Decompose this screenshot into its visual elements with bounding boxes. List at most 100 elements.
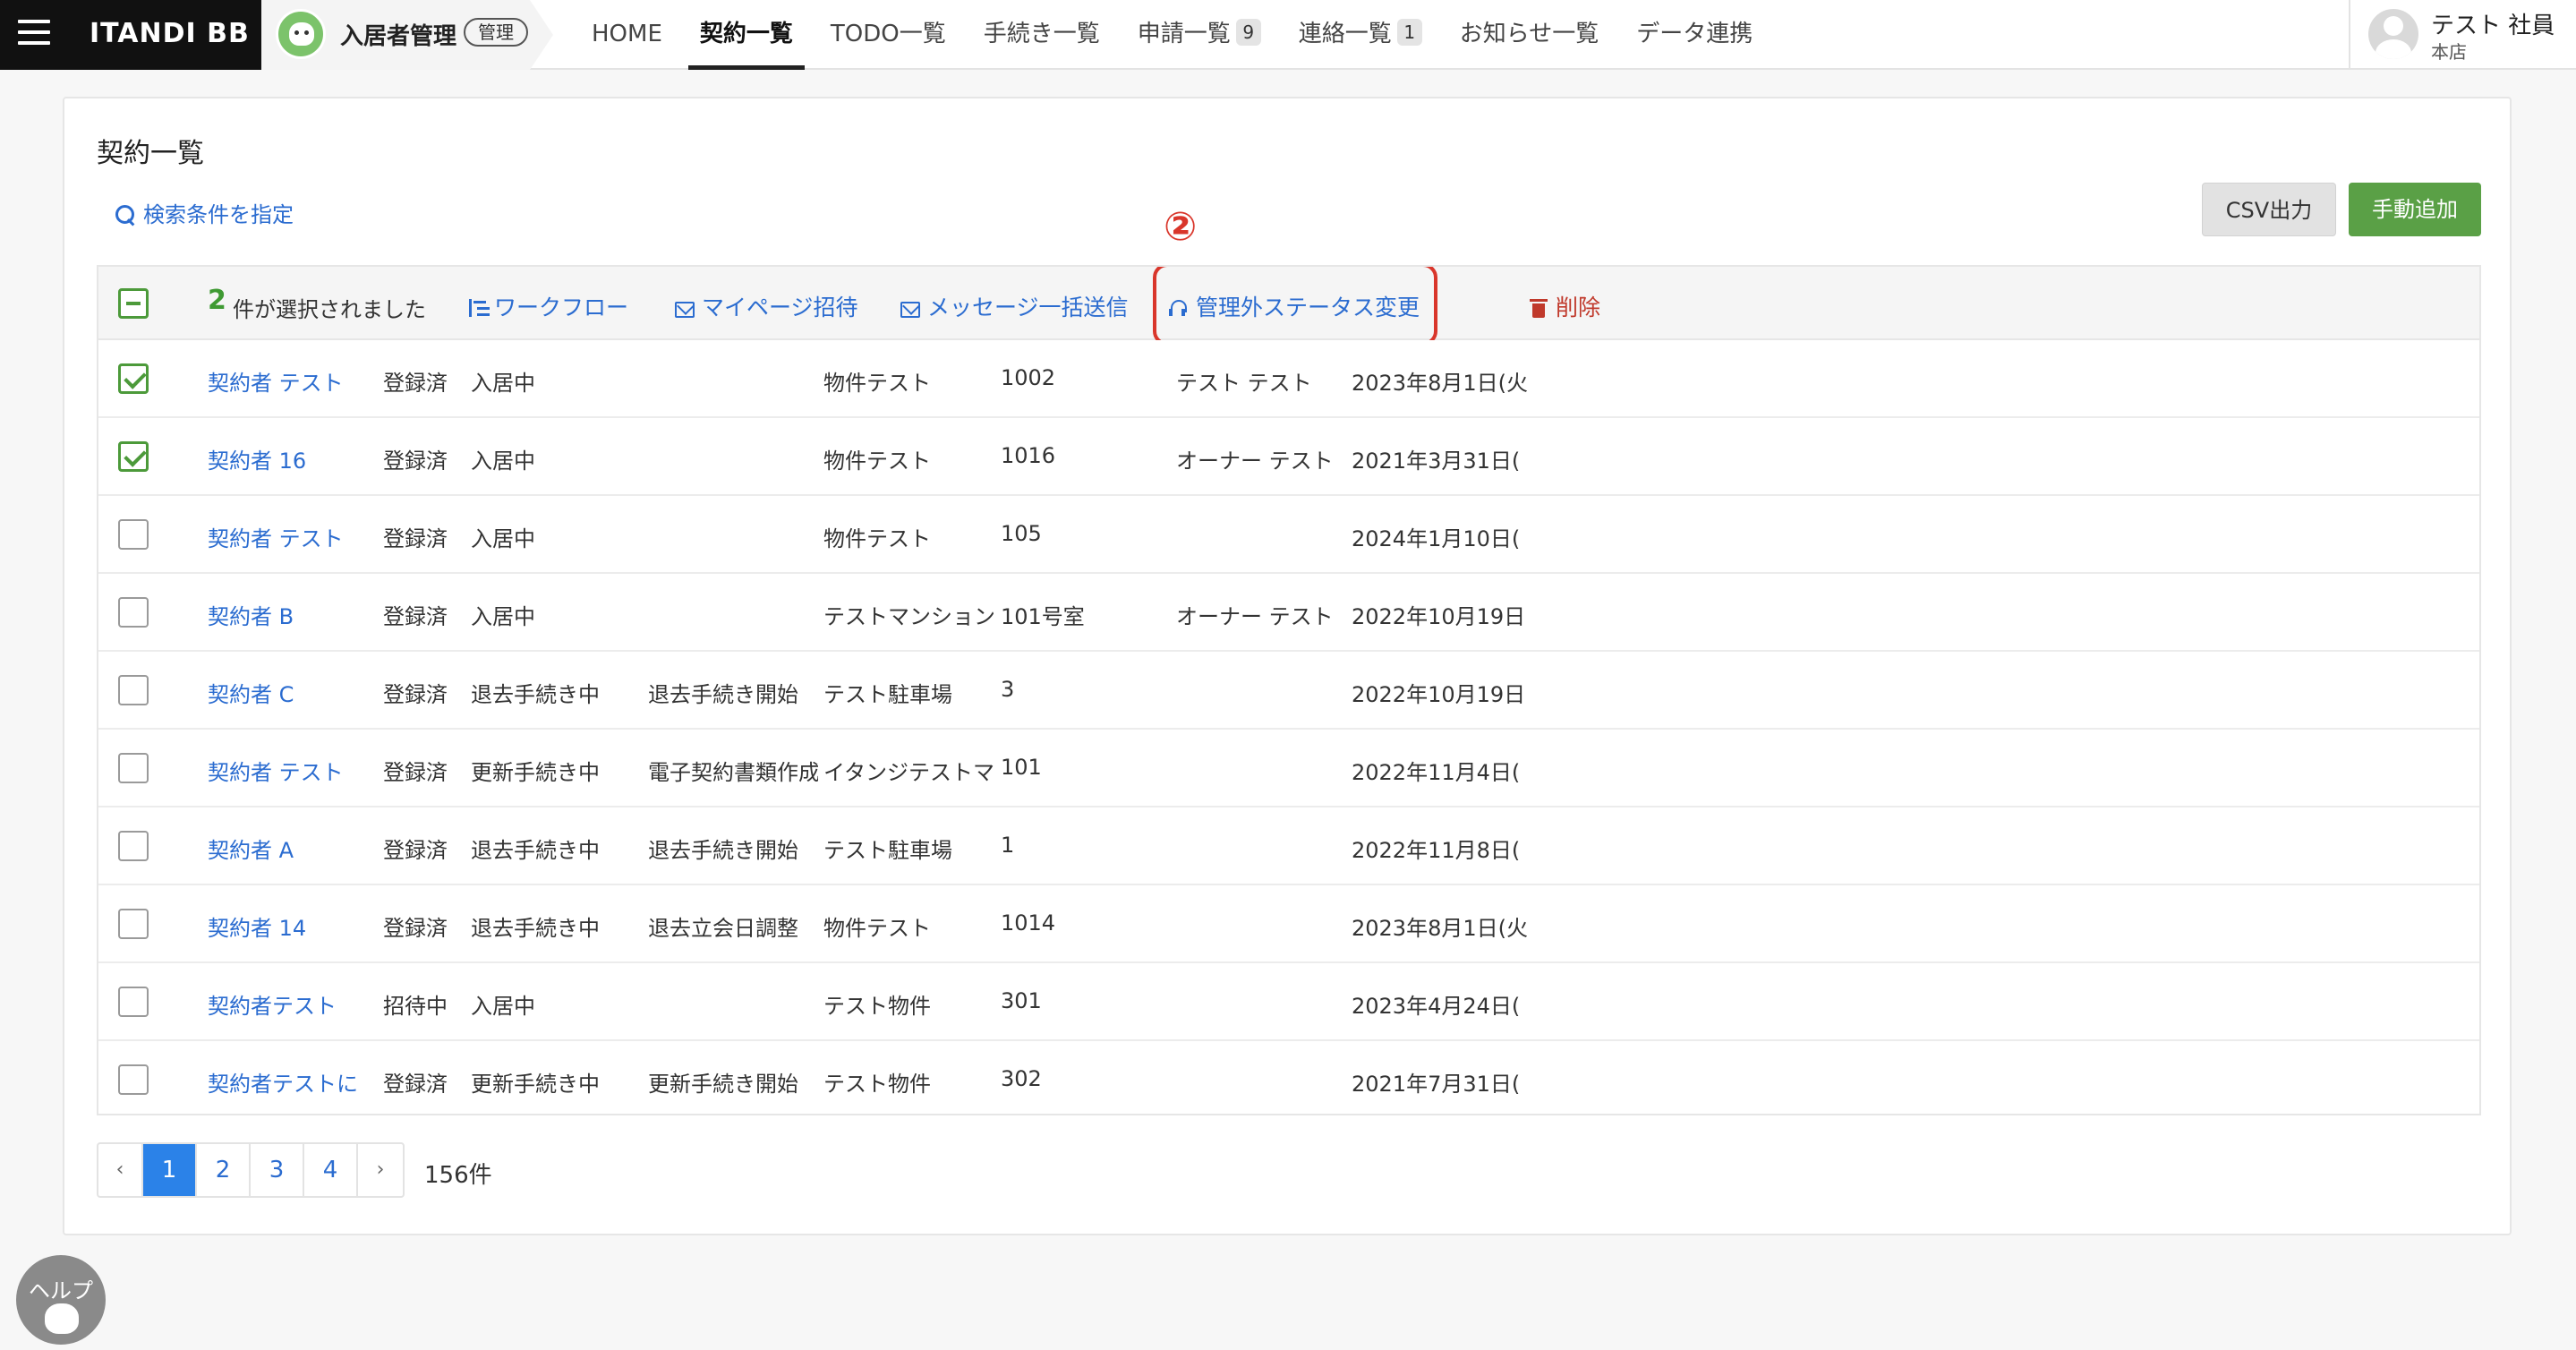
delete-button[interactable]: 削除 — [1529, 290, 1600, 322]
contractor-name-link[interactable]: 契約者 14 — [208, 910, 306, 942]
nav-count-badge: 1 — [1396, 19, 1422, 46]
contractor-name-link[interactable]: 契約者 16 — [208, 443, 306, 474]
workflow-label: ワークフロー — [494, 295, 629, 320]
pagination: ‹ 1 2 3 4 › — [97, 1142, 405, 1198]
hamburger-menu-icon[interactable] — [18, 20, 50, 48]
pagination-prev-button[interactable]: ‹ — [98, 1144, 143, 1196]
cell-property: 物件テスト — [823, 916, 931, 941]
top-navigation-bar: ITANDI BB 入居者管理 管理 HOME 契約一覧 TODO一覧 手続き一覧 申請… — [0, 0, 2576, 70]
nav-item-0[interactable]: HOME — [573, 0, 681, 70]
delete-label: 削除 — [1556, 295, 1601, 320]
contractor-name-link[interactable]: 契約者 B — [208, 599, 294, 630]
contractor-name-link[interactable]: 契約者 テスト — [208, 365, 344, 397]
pagination-page-3[interactable]: 3 — [251, 1144, 304, 1196]
mail-icon — [675, 302, 695, 318]
cell-proc: 退去手続き開始 — [648, 682, 798, 707]
nav-item-label: 連絡一覧 — [1298, 21, 1392, 47]
contractor-name-link[interactable]: 契約者 テスト — [208, 521, 344, 552]
nav-item-label: TODO一覧 — [830, 21, 946, 47]
cell-reg: 招待中 — [383, 994, 448, 1019]
cell-date: 2022年10月19日 — [1352, 682, 1526, 707]
table-row: 契約者 C 登録済 退去手続き中 退去手続き開始 テスト駐車場 3 2022年10月19日 — [98, 652, 2479, 730]
pagination-page-4[interactable]: 4 — [304, 1144, 358, 1196]
row-checkbox[interactable] — [118, 597, 149, 628]
cell-room: 101号室 — [1001, 604, 1085, 629]
brand-area: ITANDI BB — [0, 0, 261, 70]
nav-item-1[interactable]: 契約一覧 — [681, 0, 812, 70]
search-conditions-label: 検索条件を指定 — [143, 202, 294, 227]
cell-proc: 電子契約書類作成 — [648, 760, 818, 785]
cell-date: 2022年10月19日 — [1352, 604, 1526, 629]
table-row: 契約者 B 登録済入居中 テストマンション（A棟） 101号室 オーナー テスト 2022… — [98, 574, 2479, 652]
cell-reg: 登録済 — [383, 371, 448, 396]
user-menu[interactable]: テスト 社員 本店 — [2349, 0, 2576, 70]
bulk-message-button[interactable]: メッセージ一括送信 — [900, 290, 1129, 322]
nav-count-badge: 9 — [1235, 19, 1261, 46]
manual-add-button[interactable]: 手動追加 — [2349, 183, 2481, 236]
cell-date: 2021年3月31日( — [1352, 449, 1521, 474]
app-switcher[interactable]: 入居者管理 管理 — [261, 0, 553, 70]
nav-item-label: 契約一覧 — [699, 21, 793, 47]
row-checkbox[interactable] — [118, 987, 149, 1017]
mypage-invite-button[interactable]: マイページ招待 — [675, 290, 858, 322]
cell-reg: 登録済 — [383, 760, 448, 785]
search-conditions-link[interactable]: 検索条件を指定 — [115, 197, 294, 228]
nav-item-3[interactable]: 手続き一覧 — [965, 0, 1119, 70]
cell-reg: 登録済 — [383, 682, 448, 707]
nav-item-label: お知らせ一覧 — [1459, 21, 1599, 47]
nav-item-6[interactable]: お知らせ一覧 — [1441, 0, 1617, 70]
nav-item-5[interactable]: 連絡一覧 1 — [1280, 0, 1441, 70]
total-count: 156件 — [424, 1162, 492, 1189]
contractor-name-link[interactable]: 契約者テストに — [208, 1066, 358, 1098]
nav-item-label: 手続き一覧 — [983, 21, 1100, 47]
row-checkbox[interactable] — [118, 831, 149, 861]
contractor-name-link[interactable]: 契約者テスト — [208, 988, 337, 1020]
cell-status: 入居中 — [471, 371, 535, 396]
select-all-checkbox[interactable] — [118, 288, 149, 319]
nav-item-label: データ連携 — [1636, 21, 1753, 47]
cell-room: 1 — [1001, 833, 1015, 858]
nav-item-4[interactable]: 申請一覧 9 — [1119, 0, 1280, 70]
cell-date: 2022年11月8日( — [1352, 838, 1521, 863]
selected-count: 2 — [208, 285, 226, 316]
table-row: 契約者 テスト 登録済更新手続き中 電子契約書類作成イタンジテストマンシ… 101 20… — [98, 730, 2479, 807]
nav-item-7[interactable]: データ連携 — [1617, 0, 1771, 70]
cell-room: 301 — [1001, 988, 1042, 1013]
pagination-page-2[interactable]: 2 — [197, 1144, 251, 1196]
row-checkbox[interactable] — [118, 519, 149, 550]
row-checkbox[interactable] — [118, 1064, 149, 1095]
cell-owner: オーナー テスト — [1176, 604, 1334, 629]
contractor-name-link[interactable]: 契約者 A — [208, 833, 294, 864]
app-name: 入居者管理 — [340, 23, 457, 50]
cell-room: 105 — [1001, 521, 1042, 546]
cell-room: 302 — [1001, 1066, 1042, 1091]
workflow-button[interactable]: ワークフロー — [467, 290, 628, 322]
table-row: 契約者 テスト 登録済 入居中 物件テスト 1002 テスト テスト 2023年8月1日(火 — [98, 340, 2479, 418]
app-role-badge: 管理 — [464, 18, 528, 47]
contractor-name-link[interactable]: 契約者 C — [208, 677, 294, 708]
pagination-page-1[interactable]: 1 — [143, 1144, 197, 1196]
pagination-next-button[interactable]: › — [358, 1144, 403, 1196]
cell-property: テストマンション（A棟） — [823, 604, 994, 629]
csv-export-button[interactable]: CSV出力 — [2202, 183, 2336, 236]
brand-logo[interactable]: ITANDI BB — [90, 18, 250, 49]
page-title: 契約一覧 — [97, 138, 204, 169]
selected-count-text: 件が選択されました — [233, 297, 426, 322]
row-checkbox[interactable] — [118, 363, 149, 394]
cell-room: 1016 — [1001, 443, 1056, 468]
table-row: 契約者テスト 招待中 入居中 テスト物件 301 2023年4月24日( — [98, 963, 2479, 1041]
row-checkbox[interactable] — [118, 675, 149, 705]
cell-date: 2023年8月1日(火 — [1352, 371, 1528, 396]
nav-item-2[interactable]: TODO一覧 — [812, 0, 965, 70]
user-branch: 本店 — [2431, 41, 2467, 63]
cell-reg: 登録済 — [383, 449, 448, 474]
row-checkbox[interactable] — [118, 441, 149, 472]
contract-table: 2 件が選択されました ワークフロー マイページ招待 メッセージ一括送信 管理外… — [97, 265, 2481, 1115]
cell-property: テスト駐車場 — [823, 838, 952, 863]
row-checkbox[interactable] — [118, 753, 149, 783]
bulk-message-label: メッセージ一括送信 — [927, 295, 1129, 320]
row-checkbox[interactable] — [118, 909, 149, 939]
cell-date: 2023年8月1日(火 — [1352, 916, 1528, 941]
help-button[interactable]: ヘルプ — [16, 1255, 106, 1345]
contractor-name-link[interactable]: 契約者 テスト — [208, 755, 344, 786]
